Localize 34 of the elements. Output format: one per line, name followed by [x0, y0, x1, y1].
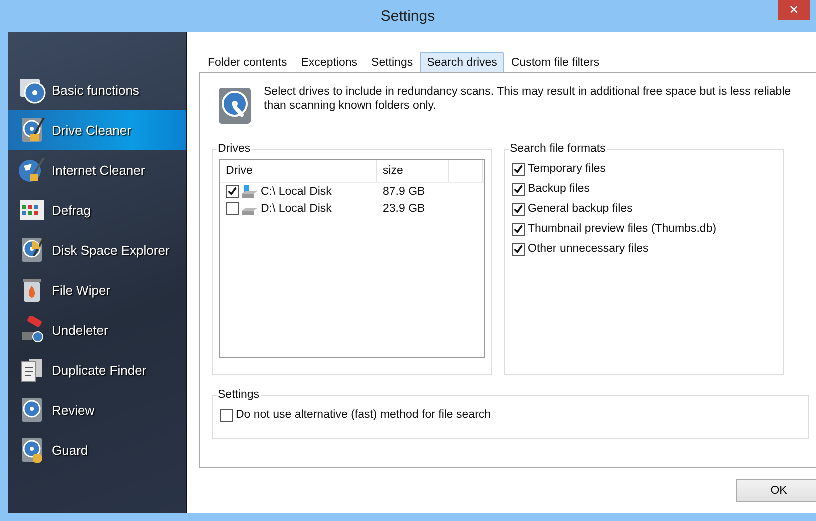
checkbox-label: Other unnecessary files [528, 243, 649, 255]
sidebar-item[interactable]: Drive Cleaner [8, 110, 186, 150]
sidebar-item[interactable]: Defrag [8, 190, 186, 230]
sidebar-item[interactable]: Undeleter [8, 310, 186, 350]
table-cell-text: 87.9 GB [382, 186, 426, 198]
sidebar-item[interactable]: File Wiper [8, 270, 186, 310]
ok-button[interactable]: OK [736, 479, 816, 502]
checkbox-label: Do not use alternative (fast) method for file search [236, 409, 492, 421]
group-title: Search file formats [509, 143, 607, 155]
checkbox-label: General backup files [528, 203, 633, 215]
close-button[interactable]: ✕ [778, 0, 810, 20]
checkbox-label: Backup files [528, 183, 590, 195]
sidebar-item[interactable]: Internet Cleaner [8, 150, 186, 190]
sidebar-item[interactable]: Review [8, 390, 186, 430]
drive-name: D:\ Local Disk [261, 202, 332, 214]
sidebar-item[interactable]: Basic functions [8, 70, 186, 110]
description-text: Select drives to include in redundancy scans. This may result in additional free space but is less reliable than scanning known folders only. [264, 85, 792, 114]
window-title: Settings [380, 8, 436, 24]
tab[interactable]: Custom file filters [504, 52, 607, 72]
table-cell-text: 23.9 GB [382, 202, 426, 214]
column-header[interactable]: Drive [220, 160, 377, 182]
tab[interactable]: Search drives [420, 52, 504, 72]
group-title: Settings [217, 389, 261, 401]
checkbox-label: Temporary files [528, 163, 606, 175]
drive-name: C:\ Local Disk [261, 186, 332, 198]
sidebar-item[interactable]: Disk Space Explorer [8, 230, 186, 270]
tab[interactable]: Folder contents [201, 52, 294, 72]
tab[interactable]: Settings [364, 52, 420, 72]
sidebar-item[interactable]: Guard [8, 430, 186, 470]
checkbox-label: Thumbnail preview files (Thumbs.db) [528, 223, 717, 235]
group-title: Drives [217, 143, 252, 155]
tab[interactable]: Exceptions [294, 52, 365, 72]
sidebar-item[interactable]: Duplicate Finder [8, 350, 186, 390]
column-header[interactable]: size [377, 160, 449, 182]
